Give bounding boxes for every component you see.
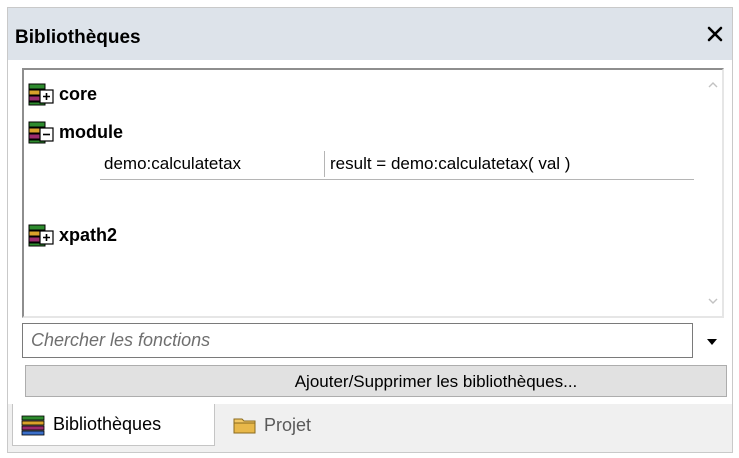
function-name: demo:calculatetax (104, 154, 242, 173)
function-search-box[interactable] (22, 323, 693, 358)
tab-project[interactable]: Projet (224, 404, 334, 446)
library-collapse-icon[interactable] (28, 120, 54, 144)
tab-bar: Bibliothèques Projet (8, 404, 732, 452)
add-remove-libraries-button[interactable]: Ajouter/Supprimer les bibliothèques... (25, 365, 727, 397)
library-expand-icon[interactable] (28, 82, 54, 106)
scroll-down-icon[interactable] (706, 294, 720, 308)
function-signature: result = demo:calculatetax( val ) (330, 154, 571, 173)
tree-node-label: module (59, 121, 124, 142)
vertical-scrollbar[interactable] (704, 70, 722, 316)
tree-node-label: xpath2 (59, 224, 118, 245)
function-row[interactable]: demo:calculatetax result = demo:calculat… (100, 149, 694, 180)
scroll-up-icon[interactable] (706, 78, 720, 92)
chevron-down-icon[interactable] (698, 323, 726, 358)
libraries-panel: Bibliothèques core module demo:calculate… (7, 7, 733, 453)
button-label: Ajouter/Supprimer les bibliothèques... (294, 372, 578, 391)
tab-label: Bibliothèques (53, 414, 162, 434)
folder-icon (233, 418, 256, 434)
close-icon[interactable] (704, 23, 726, 45)
library-tree[interactable]: core module demo:calculatetax result = d… (22, 68, 724, 318)
column-divider (324, 151, 325, 177)
tab-label: Projet (264, 414, 312, 435)
tab-libraries[interactable]: Bibliothèques (12, 404, 215, 446)
library-expand-icon[interactable] (28, 223, 54, 247)
tree-node-xpath2[interactable]: xpath2 (28, 222, 117, 248)
panel-title: Bibliothèques (15, 27, 141, 48)
search-input[interactable] (23, 324, 692, 357)
libraries-icon (21, 415, 45, 435)
panel-titlebar: Bibliothèques (8, 8, 732, 60)
tree-node-module[interactable]: module (28, 119, 123, 145)
tree-node-core[interactable]: core (28, 81, 97, 107)
tree-node-label: core (59, 83, 98, 104)
